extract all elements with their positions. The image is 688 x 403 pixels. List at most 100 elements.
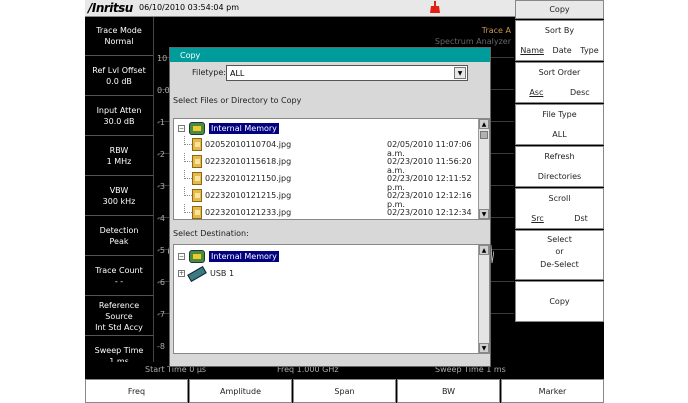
info-value: 300 kHz [102, 197, 136, 206]
info-title: Reference Source [98, 300, 140, 321]
filetype-select[interactable]: ALL ▼ [226, 65, 468, 81]
option-asc: Asc [529, 88, 544, 97]
file-icon [192, 206, 202, 219]
expand-icon[interactable]: + [178, 270, 185, 277]
scroll-up-icon[interactable]: ▲ [479, 119, 489, 129]
tree-connector [184, 170, 192, 179]
trace-mode-info: Trace Mode Normal [85, 17, 153, 56]
file-row[interactable]: 02052010110704.jpg 02/05/2010 11:07:06 a… [174, 136, 479, 158]
menu-freq[interactable]: Freq [85, 379, 188, 403]
source-scrollbar[interactable]: ▲ ▼ [478, 119, 489, 219]
detection-info: Detection Peak [85, 217, 153, 256]
left-info-panel: Trace Mode Normal Ref Lvl Offset 0.0 dB In… [85, 17, 153, 379]
info-title: Trace Count [95, 266, 143, 275]
vbw-info: VBW 300 kHz [85, 177, 153, 216]
tree-node-usb[interactable]: + USB 1 [174, 265, 479, 282]
scroll-down-icon[interactable]: ▼ [479, 209, 489, 219]
scroll-down-icon[interactable]: ▼ [479, 343, 489, 353]
y-tick-label: -6 [157, 278, 165, 287]
tree-node-label: USB 1 [210, 269, 235, 278]
key-title: Scroll [548, 194, 571, 203]
tree-root-internal-memory[interactable]: − Internal Memory [174, 248, 479, 265]
option-type: Type [580, 46, 599, 55]
menu-span[interactable]: Span [293, 379, 396, 403]
file-row[interactable]: 02232010121150.jpg 02/23/2010 12:11:52 p… [174, 170, 479, 192]
menu-bw[interactable]: BW [397, 379, 500, 403]
file-icon [192, 155, 202, 168]
datetime: 06/10/2010 03:54:04 pm [139, 3, 239, 12]
tree-connector [184, 153, 192, 162]
filetype-value: ALL [230, 69, 245, 78]
softkey-menu-title: Copy [515, 0, 604, 19]
option-desc: Desc [570, 88, 590, 97]
key-subtitle: Directories [537, 172, 582, 181]
option-src: Src [531, 214, 544, 223]
file-name: 02232010121233.jpg [205, 208, 292, 217]
key-title: Sort Order [538, 68, 581, 77]
key-title: Copy [549, 297, 570, 306]
file-row[interactable]: 02232010121233.jpg 02/23/2010 12:12:34 p… [174, 204, 479, 219]
collapse-icon[interactable]: − [178, 253, 185, 260]
softkey-panel: Copy Sort By Name Date Type Sort Order A… [515, 0, 604, 379]
menu-amplitude[interactable]: Amplitude [189, 379, 292, 403]
select-deselect-button[interactable]: Select or De-Select [515, 230, 604, 280]
tree-node-label: Internal Memory [209, 251, 279, 262]
file-type-button[interactable]: File Type ALL [515, 104, 604, 145]
option-dst: Dst [574, 214, 588, 223]
y-tick-label: 10 [157, 54, 168, 63]
info-title: VBW [109, 186, 129, 195]
info-title: Input Atten [96, 106, 142, 115]
scroll-thumb[interactable] [480, 131, 488, 139]
y-tick-label: -2 [157, 150, 165, 159]
dialog-title: Copy [170, 48, 490, 62]
mode-label: Spectrum Analyzer [434, 37, 511, 46]
info-value: Int Std Accy [95, 322, 143, 332]
ref-lvl-offset-info: Ref Lvl Offset 0.0 dB [85, 57, 153, 96]
input-atten-info: Input Atten 30.0 dB [85, 97, 153, 136]
sort-by-button[interactable]: Sort By Name Date Type [515, 20, 604, 61]
tree-connector [184, 204, 192, 213]
option-date: Date [552, 46, 572, 55]
copy-dialog: Copy Filetype: ALL ▼ Select Files or Dir… [169, 47, 491, 367]
info-title: Ref Lvl Offset [92, 66, 146, 75]
filetype-label: Filetype: [192, 68, 226, 77]
info-value: Peak [109, 237, 129, 246]
menu-marker[interactable]: Marker [501, 379, 604, 403]
rbw-info: RBW 1 MHz [85, 137, 153, 176]
destination-tree[interactable]: − Internal Memory + USB 1 ▲ ▼ [173, 244, 490, 354]
y-tick-label: -5 [157, 246, 165, 255]
scroll-up-icon[interactable]: ▲ [479, 245, 489, 255]
trace-count-info: Trace Count - - [85, 257, 153, 296]
file-row[interactable]: 02232010115618.jpg 02/23/2010 11:56:20 a… [174, 153, 479, 175]
chevron-down-icon[interactable]: ▼ [454, 67, 466, 79]
file-date: 02/23/2010 12:12:34 p.m. [387, 208, 472, 219]
destination-scrollbar[interactable]: ▲ ▼ [478, 245, 489, 353]
info-value: - - [114, 277, 124, 286]
info-value: 30.0 dB [103, 117, 135, 126]
file-icon [192, 138, 202, 151]
tree-root-internal-memory[interactable]: − Internal Memory [174, 120, 479, 137]
info-title: Detection [99, 226, 139, 235]
source-file-tree[interactable]: − Internal Memory 02052010110704.jpg 02/… [173, 118, 490, 220]
sort-order-button[interactable]: Sort Order Asc Desc [515, 62, 604, 103]
menu-title: Copy [549, 5, 570, 14]
key-line: De-Select [540, 260, 579, 269]
trace-label: Trace A [481, 26, 511, 35]
copy-button[interactable]: Copy [515, 281, 604, 322]
y-tick-label: -3 [157, 182, 165, 191]
info-value: 0.0 dB [106, 77, 132, 86]
info-value: Normal [104, 37, 134, 46]
usb-icon [187, 266, 207, 282]
reference-source-info: Reference Source Int Std Accy [85, 297, 153, 336]
info-value: 1 MHz [106, 157, 132, 166]
status-bar: /Inritsu 06/10/2010 03:54:04 pm [85, 0, 515, 17]
scroll-button[interactable]: Scroll Src Dst [515, 188, 604, 229]
collapse-icon[interactable]: − [178, 125, 185, 132]
y-tick-label: -8 [157, 342, 165, 351]
y-tick-label: -7 [157, 310, 165, 319]
tree-connector [184, 136, 192, 145]
tree-connector [184, 187, 192, 196]
refresh-directories-button[interactable]: Refresh Directories [515, 146, 604, 187]
file-row[interactable]: 02232010121215.jpg 02/23/2010 12:12:16 p… [174, 187, 479, 209]
y-tick-label: -1 [157, 118, 165, 127]
